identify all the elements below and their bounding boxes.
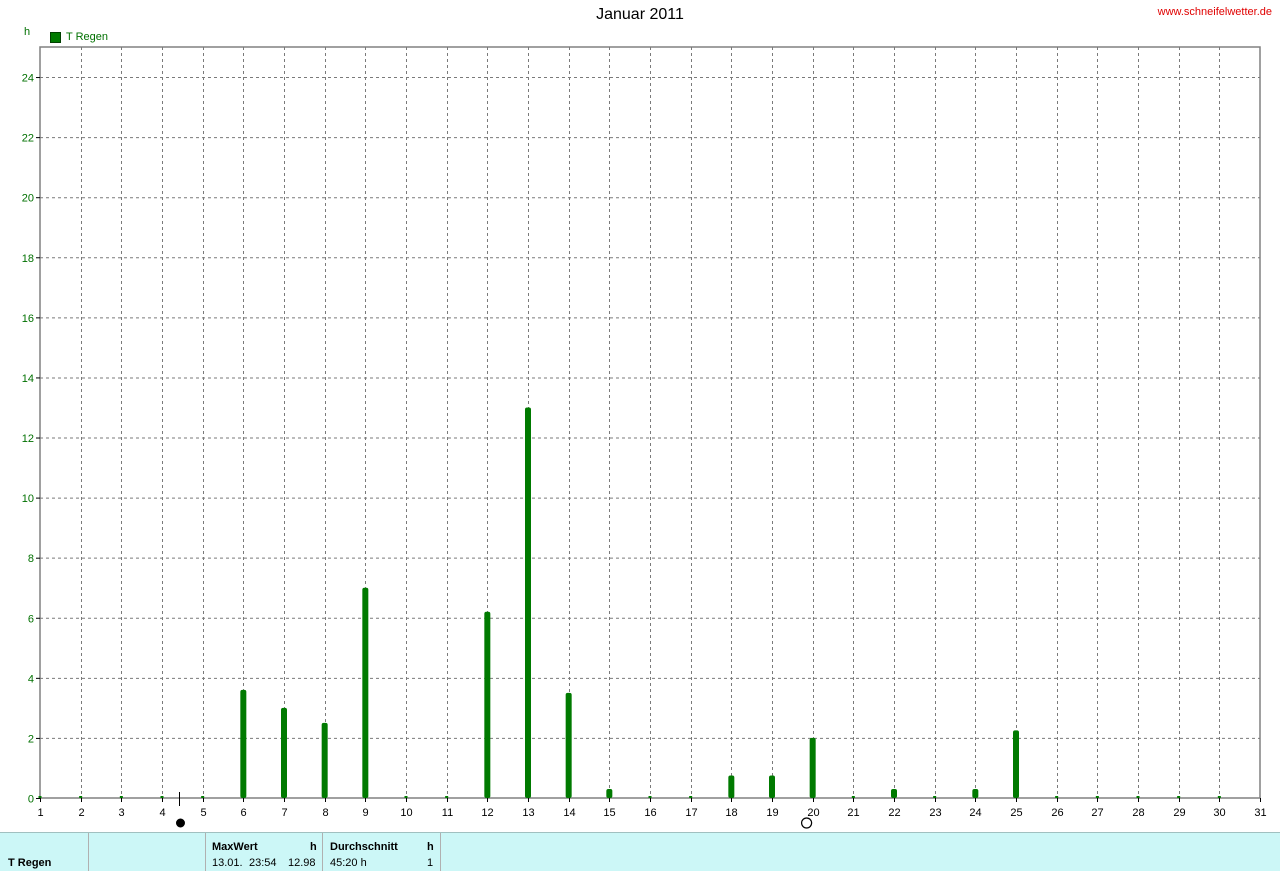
x-tick-label: 1	[37, 807, 43, 819]
x-tick-label: 4	[159, 807, 165, 819]
x-tick-label: 13	[522, 807, 534, 819]
max-label: MaxWert	[212, 841, 258, 853]
max-time: 23:54	[249, 857, 277, 869]
bar-zero	[648, 796, 652, 798]
x-tick-label: 19	[766, 807, 778, 819]
x-tick-label: 14	[563, 807, 575, 819]
new-moon-icon	[175, 818, 185, 828]
bar	[809, 737, 816, 798]
x-tick-label: 21	[847, 807, 859, 819]
bar-zero	[201, 796, 205, 798]
x-tick-label: 8	[322, 807, 328, 819]
max-unit: h	[310, 841, 317, 853]
x-tick-label: 12	[481, 807, 493, 819]
bar	[281, 707, 287, 798]
bar-zero	[38, 796, 42, 798]
y-tick-label: 16	[22, 313, 34, 325]
avg-value: 45:20 h	[330, 857, 367, 869]
bar-zero	[445, 796, 449, 798]
full-moon-icon	[800, 817, 813, 829]
y-tick-label: 8	[28, 553, 34, 565]
x-tick-label: 2	[78, 807, 84, 819]
bar	[1013, 730, 1019, 798]
y-tick-label: 10	[22, 493, 34, 505]
x-tick-label: 20	[807, 807, 819, 819]
bar-zero	[160, 796, 164, 798]
x-tick-label: 17	[685, 807, 697, 819]
bar-zero	[1177, 796, 1181, 798]
bar-zero	[1095, 796, 1099, 798]
bar	[240, 689, 247, 798]
bar-zero	[933, 796, 937, 798]
footer-empty-cell	[89, 833, 206, 871]
x-tick-label: 3	[118, 807, 124, 819]
bar-zero	[689, 796, 693, 798]
x-tick-label: 16	[644, 807, 656, 819]
avg-unit: h	[427, 841, 434, 853]
x-tick-label: 5	[200, 807, 206, 819]
x-tick-label: 22	[888, 807, 900, 819]
y-tick-label: 24	[22, 73, 34, 85]
chart-area: 0246810121416182022241 2 3 4 5 6 7 8 9 10 11 12 13 14…	[22, 46, 1267, 829]
footer-series-cell: T Regen	[0, 833, 89, 871]
max-value: 12.98	[288, 857, 316, 869]
x-tick-label: 24	[969, 807, 981, 819]
x-tick-label: 31	[1254, 807, 1266, 819]
x-tick-label: 25	[1010, 807, 1022, 819]
y-tick-label: 6	[28, 613, 34, 625]
y-tick-label: 12	[22, 433, 34, 445]
bar-zero	[851, 796, 855, 798]
bar	[606, 788, 613, 798]
bar	[525, 407, 531, 798]
bar	[321, 722, 328, 798]
x-tick-label: 9	[362, 807, 368, 819]
bar	[769, 775, 775, 798]
x-tick-label: 30	[1213, 807, 1225, 819]
y-tick-label: 18	[22, 253, 34, 265]
avg-label: Durchschnitt	[330, 841, 398, 853]
bar-zero	[119, 796, 123, 798]
bar	[565, 692, 572, 798]
bar	[891, 788, 897, 798]
x-tick-label: 11	[442, 807, 453, 819]
y-tick-label: 20	[22, 193, 34, 205]
footer-series-name: T Regen	[8, 857, 52, 869]
y-tick-label: 2	[28, 733, 34, 745]
bar-zero	[1136, 796, 1140, 798]
stats-footer: T Regen MaxWert h 13.01. 23:54 12.98 Dur…	[0, 832, 1280, 871]
x-tick-label: 10	[400, 807, 412, 819]
y-tick-label: 14	[22, 373, 34, 385]
y-tick-label: 0	[28, 794, 34, 806]
x-tick-label: 18	[725, 807, 737, 819]
x-tick-label: 7	[281, 807, 287, 819]
bar	[972, 788, 979, 798]
bar	[362, 587, 369, 798]
bar-zero	[404, 796, 408, 798]
bar-zero	[1217, 796, 1221, 798]
x-tick-label: 26	[1051, 807, 1063, 819]
max-date: 13.01.	[212, 857, 243, 869]
avg-count: 1	[427, 857, 434, 869]
bar	[728, 775, 735, 798]
y-tick-label: 4	[28, 673, 34, 685]
x-tick-label: 29	[1173, 807, 1185, 819]
footer-max-cell: MaxWert h 13.01. 23:54 12.98	[206, 833, 323, 871]
x-tick-label: 27	[1091, 807, 1103, 819]
x-tick-label: 6	[240, 807, 246, 819]
y-tick-label: 22	[22, 133, 34, 145]
footer-avg-cell: Durchschnitt h 45:20 h 1	[323, 833, 441, 871]
bar	[484, 611, 491, 798]
x-tick-label: 23	[929, 807, 941, 819]
x-tick-label: 28	[1132, 807, 1144, 819]
bar-zero	[79, 796, 83, 798]
x-tick-label: 15	[603, 807, 615, 819]
bar-zero	[1055, 796, 1059, 798]
